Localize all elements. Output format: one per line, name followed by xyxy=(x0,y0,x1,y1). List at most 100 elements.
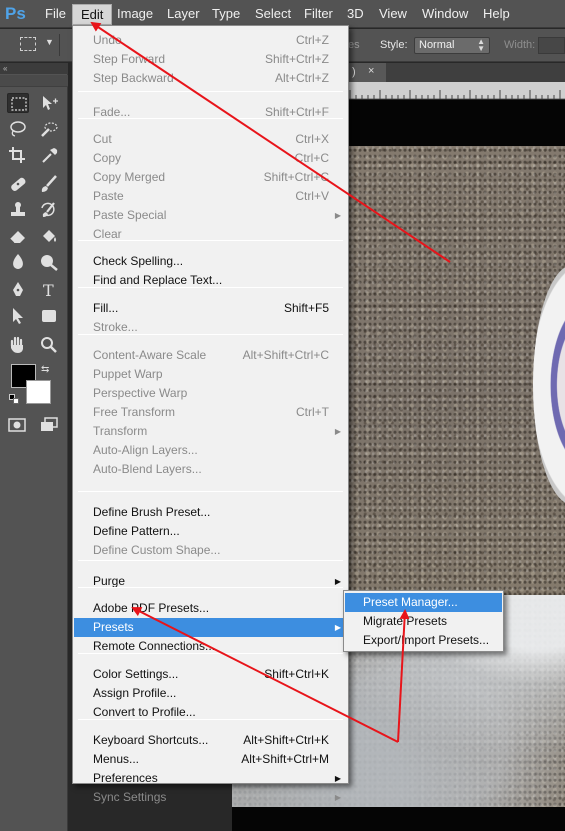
menu-item-label: Transform xyxy=(93,424,148,438)
menu-item-fade[interactable]: Fade... Shift+Ctrl+F xyxy=(74,103,347,122)
chevron-down-icon[interactable]: ▼ xyxy=(45,37,54,47)
menu-separator xyxy=(78,560,343,561)
document-border-top xyxy=(348,100,565,146)
eyedropper-icon[interactable] xyxy=(38,145,60,165)
menu-separator xyxy=(78,653,343,654)
paint-bucket-icon[interactable] xyxy=(38,226,60,246)
menu-item-check-spelling[interactable]: Check Spelling... xyxy=(74,252,347,271)
menu-item-color-settings[interactable]: Color Settings... Shift+Ctrl+K xyxy=(74,665,347,684)
pen-icon[interactable] xyxy=(7,280,29,300)
menu-item-paste-special[interactable]: Paste Special ▶ xyxy=(74,206,347,225)
menu-item-define-custom-shape[interactable]: Define Custom Shape... xyxy=(74,541,347,560)
presets-submenu: Preset Manager... Migrate Presets Export/I… xyxy=(343,590,504,652)
menu-item-clear[interactable]: Clear xyxy=(74,225,347,244)
brush-icon[interactable] xyxy=(38,174,60,194)
menu-item-assign-profile[interactable]: Assign Profile... xyxy=(74,684,347,703)
menu-item-content-aware-scale[interactable]: Content-Aware Scale Alt+Shift+Ctrl+C xyxy=(74,346,347,365)
submenu-arrow-icon: ▶ xyxy=(334,427,341,436)
menu-view[interactable]: View xyxy=(379,6,407,22)
menu-help[interactable]: Help xyxy=(483,6,510,22)
menu-separator xyxy=(78,91,343,92)
close-tab-icon[interactable]: × xyxy=(368,65,374,77)
hand-icon[interactable] xyxy=(7,335,29,355)
menu-item-step-backward[interactable]: Step Backward Alt+Ctrl+Z xyxy=(74,69,347,88)
document-tab[interactable]: ) xyxy=(348,63,386,82)
menu-item-define-brush-preset[interactable]: Define Brush Preset... xyxy=(74,503,347,522)
marquee-preset-icon[interactable] xyxy=(20,37,36,51)
menu-item-paste[interactable]: Paste Ctrl+V xyxy=(74,187,347,206)
quick-mask-icon[interactable] xyxy=(6,415,28,435)
zoom-icon[interactable] xyxy=(38,335,60,355)
menu-item-label: Preferences xyxy=(93,771,158,785)
menu-item-cut[interactable]: Cut Ctrl+X xyxy=(74,130,347,149)
menu-item-sync-settings[interactable]: Sync Settings ▶ xyxy=(74,788,347,807)
menu-file[interactable]: File xyxy=(45,6,66,22)
menu-3d[interactable]: 3D xyxy=(347,6,364,22)
menu-item-puppet-warp[interactable]: Puppet Warp xyxy=(74,365,347,384)
menu-layer[interactable]: Layer xyxy=(167,6,200,22)
menu-item-step-forward[interactable]: Step Forward Shift+Ctrl+Z xyxy=(74,50,347,69)
healing-brush-icon[interactable] xyxy=(7,174,29,194)
submenu-item-export-import-presets[interactable]: Export/Import Presets... xyxy=(345,631,502,650)
menu-item-transform[interactable]: Transform ▶ xyxy=(74,422,347,441)
menu-item-shortcut: Shift+Ctrl+K xyxy=(264,667,329,681)
menu-item-menus[interactable]: Menus... Alt+Shift+Ctrl+M xyxy=(74,750,347,769)
tools-panel-collapse[interactable]: « xyxy=(0,63,68,74)
width-field[interactable] xyxy=(538,37,565,54)
menu-item-define-pattern[interactable]: Define Pattern... xyxy=(74,522,347,541)
move-icon[interactable] xyxy=(38,93,60,113)
menu-item-purge[interactable]: Purge ▶ xyxy=(74,572,347,591)
menu-type[interactable]: Type xyxy=(212,6,240,22)
menu-select[interactable]: Select xyxy=(255,6,291,22)
eraser-icon[interactable] xyxy=(7,226,29,246)
path-selection-icon[interactable] xyxy=(7,306,29,326)
menu-item-presets[interactable]: Presets ▶ xyxy=(74,618,347,637)
dodge-icon[interactable] xyxy=(38,252,60,272)
background-color-swatch[interactable] xyxy=(26,380,51,404)
menu-item-label: Fade... xyxy=(93,105,131,119)
menu-item-shortcut: Ctrl+V xyxy=(295,189,329,203)
menu-item-keyboard-shortcuts[interactable]: Keyboard Shortcuts... Alt+Shift+Ctrl+K xyxy=(74,731,347,750)
menu-item-label: Clear xyxy=(93,227,122,241)
menu-item-adobe-pdf-presets[interactable]: Adobe PDF Presets... xyxy=(74,599,347,618)
submenu-item-preset-manager[interactable]: Preset Manager... xyxy=(345,593,502,612)
rectangular-marquee-icon[interactable] xyxy=(7,93,29,113)
menu-item-label: Presets xyxy=(93,620,134,634)
options-partial-label: es xyxy=(348,39,360,51)
swap-colors-icon[interactable]: ⇆ xyxy=(41,364,49,375)
menu-item-copy[interactable]: Copy Ctrl+C xyxy=(74,149,347,168)
menu-item-shortcut: Ctrl+X xyxy=(295,132,329,146)
blur-icon[interactable] xyxy=(7,252,29,272)
menu-item-auto-align-layers[interactable]: Auto-Align Layers... xyxy=(74,441,347,460)
submenu-item-migrate-presets[interactable]: Migrate Presets xyxy=(345,612,502,631)
menu-item-undo[interactable]: Undo Ctrl+Z xyxy=(74,31,347,50)
menu-item-shortcut: Ctrl+T xyxy=(296,405,329,419)
default-colors-icon[interactable] xyxy=(9,394,19,404)
menu-item-label: Define Brush Preset... xyxy=(93,505,211,519)
menu-item-copy-merged[interactable]: Copy Merged Shift+Ctrl+C xyxy=(74,168,347,187)
lasso-icon[interactable] xyxy=(7,119,29,139)
rectangle-shape-icon[interactable] xyxy=(38,306,60,326)
clone-stamp-icon[interactable] xyxy=(7,200,29,220)
tools-panel-grip[interactable] xyxy=(0,75,68,87)
quick-selection-icon[interactable] xyxy=(38,119,60,139)
menu-filter[interactable]: Filter xyxy=(304,6,333,22)
edit-menu: Undo Ctrl+Z Step Forward Shift+Ctrl+Z Step B… xyxy=(72,25,349,804)
style-select[interactable]: Normal ▲ ▼ xyxy=(414,37,490,54)
history-brush-icon[interactable] xyxy=(38,200,60,220)
ruler-ticks xyxy=(349,90,561,99)
screen-mode-icon[interactable] xyxy=(38,415,60,435)
menu-window[interactable]: Window xyxy=(422,6,468,22)
menu-item-free-transform[interactable]: Free Transform Ctrl+T xyxy=(74,403,347,422)
menu-item-auto-blend-layers[interactable]: Auto-Blend Layers... xyxy=(74,460,347,479)
menu-item-perspective-warp[interactable]: Perspective Warp xyxy=(74,384,347,403)
menu-item-label: Fill... xyxy=(93,301,119,315)
menu-edit[interactable]: Edit xyxy=(72,4,113,25)
submenu-arrow-icon: ▶ xyxy=(334,774,341,783)
crop-icon[interactable] xyxy=(7,145,29,165)
menu-item-preferences[interactable]: Preferences ▶ xyxy=(74,769,347,788)
type-icon[interactable]: T xyxy=(38,280,60,300)
menu-image[interactable]: Image xyxy=(117,6,153,22)
menu-item-fill[interactable]: Fill... Shift+F5 xyxy=(74,299,347,318)
submenu-item-label: Preset Manager... xyxy=(363,595,458,609)
